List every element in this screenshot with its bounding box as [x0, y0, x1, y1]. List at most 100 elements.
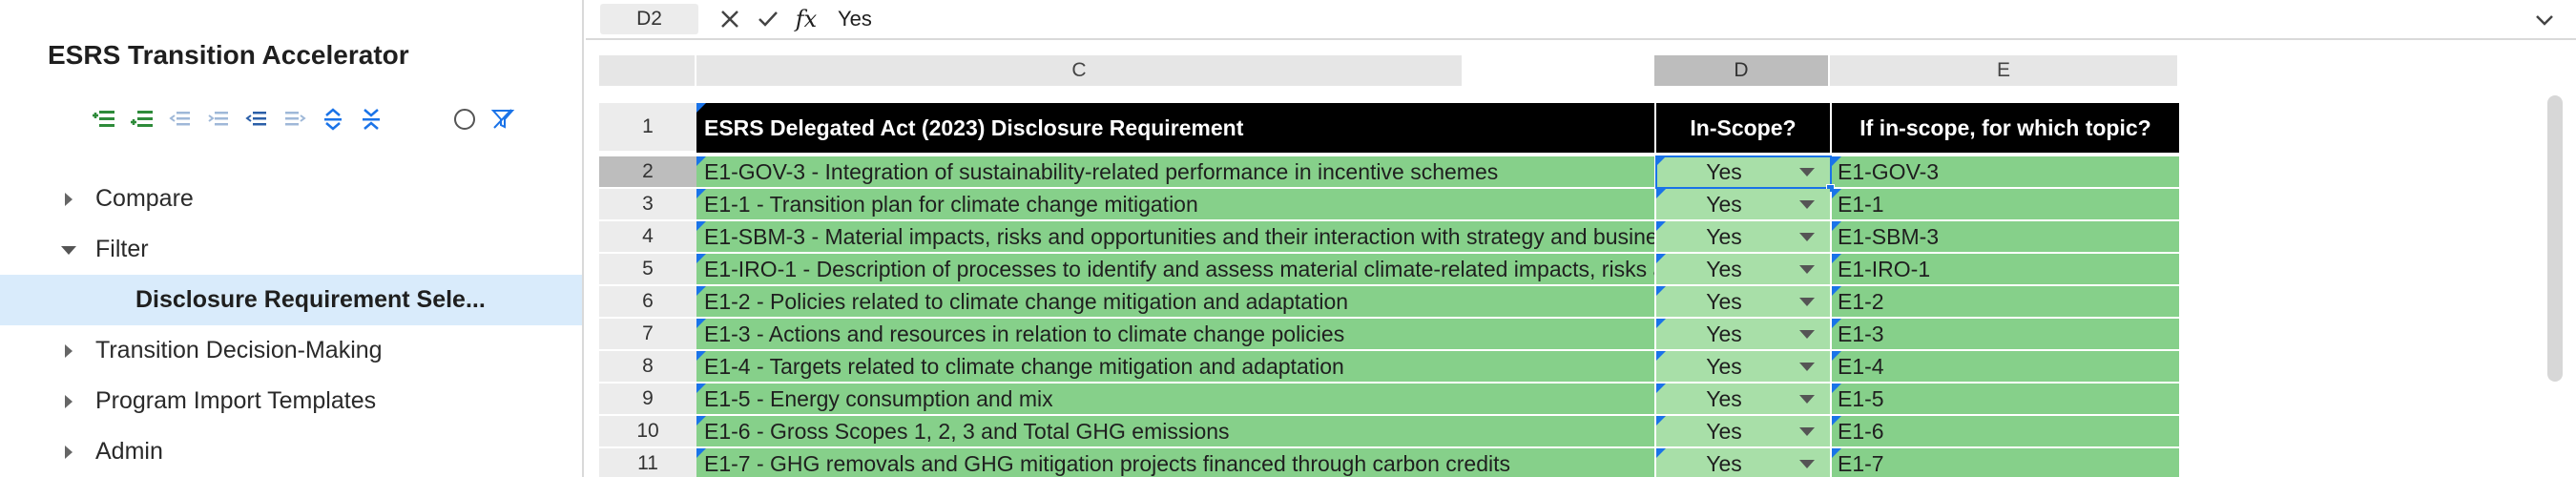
spreadsheet-grid: C D E 1 ESRS Delegated Act (2023) Disclo…	[586, 40, 2576, 477]
cell-disclosure-requirement[interactable]: E1-3 - Actions and resources in relation…	[696, 319, 1654, 351]
cancel-icon[interactable]	[716, 5, 744, 33]
dropdown-arrow-icon[interactable]	[1799, 168, 1815, 176]
row-header-3[interactable]: 3	[599, 189, 696, 221]
cell-disclosure-requirement[interactable]: E1-SBM-3 - Material impacts, risks and o…	[696, 221, 1654, 254]
comment-marker-icon	[1832, 221, 1841, 231]
header-cell-disclosure-requirement[interactable]: ESRS Delegated Act (2023) Disclosure Req…	[696, 103, 1654, 153]
cell-in-scope-dropdown[interactable]: Yes	[1656, 448, 1830, 477]
dropdown-arrow-icon[interactable]	[1799, 233, 1815, 241]
cell-disclosure-requirement[interactable]: E1-1 - Transition plan for climate chang…	[696, 189, 1654, 221]
dropdown-arrow-icon[interactable]	[1799, 363, 1815, 371]
cell-topic[interactable]: E1-5	[1832, 384, 2179, 416]
header-cell-topic[interactable]: If in-scope, for which topic?	[1832, 103, 2179, 153]
cell-in-scope-dropdown[interactable]: Yes	[1656, 156, 1830, 189]
comment-marker-icon	[1656, 351, 1666, 361]
column-header-e[interactable]: E	[1830, 55, 2179, 86]
insert-row-below-icon[interactable]	[126, 103, 158, 135]
row-header-2[interactable]: 2	[599, 156, 696, 189]
cell-disclosure-requirement[interactable]: E1-7 - GHG removals and GHG mitigation p…	[696, 448, 1654, 477]
cell-topic[interactable]: E1-3	[1832, 319, 2179, 351]
collapse-icon[interactable]	[355, 103, 387, 135]
cell-topic[interactable]: E1-7	[1832, 448, 2179, 477]
cell-in-scope-dropdown[interactable]: Yes	[1656, 189, 1830, 221]
indent-increase-icon[interactable]	[202, 103, 235, 135]
dropdown-arrow-icon[interactable]	[1799, 200, 1815, 209]
caret-right-icon	[59, 342, 78, 361]
sidebar-item-program-import-templates[interactable]: Program Import Templates	[0, 376, 582, 426]
vertical-scrollbar[interactable]	[2547, 95, 2563, 382]
comment-marker-icon	[1656, 156, 1666, 166]
cell-disclosure-requirement[interactable]: E1-2 - Policies related to climate chang…	[696, 286, 1654, 319]
dropdown-arrow-icon[interactable]	[1799, 298, 1815, 306]
row-header-8[interactable]: 8	[599, 351, 696, 384]
insert-row-above-icon[interactable]	[88, 103, 120, 135]
row-header-9[interactable]: 9	[599, 384, 696, 416]
cell-topic[interactable]: E1-IRO-1	[1832, 254, 2179, 286]
confirm-check-icon[interactable]	[754, 5, 782, 33]
sidebar-item-filter[interactable]: Filter	[0, 224, 582, 275]
caret-right-icon	[59, 443, 78, 462]
comment-marker-icon	[1832, 416, 1841, 425]
cell-disclosure-requirement[interactable]: E1-GOV-3 - Integration of sustainability…	[696, 156, 1654, 189]
expand-icon[interactable]	[317, 103, 349, 135]
indent-icon[interactable]	[279, 103, 311, 135]
row-header-11[interactable]: 11	[599, 448, 696, 477]
cell-in-scope-dropdown[interactable]: Yes	[1656, 286, 1830, 319]
column-header-d[interactable]: D	[1654, 55, 1830, 86]
comment-marker-icon	[696, 416, 706, 425]
comment-marker-icon	[1832, 319, 1841, 328]
cell-topic[interactable]: E1-2	[1832, 286, 2179, 319]
caret-right-icon	[59, 392, 78, 411]
cell-topic[interactable]: E1-1	[1832, 189, 2179, 221]
cell-disclosure-requirement[interactable]: E1-IRO-1 - Description of processes to i…	[696, 254, 1654, 286]
cell-topic[interactable]: E1-SBM-3	[1832, 221, 2179, 254]
comment-marker-icon	[696, 103, 706, 113]
cell-in-scope-dropdown[interactable]: Yes	[1656, 416, 1830, 448]
function-icon[interactable]: fx	[792, 5, 821, 33]
cell-disclosure-requirement[interactable]: E1-6 - Gross Scopes 1, 2, 3 and Total GH…	[696, 416, 1654, 448]
cell-topic[interactable]: E1-4	[1832, 351, 2179, 384]
cell-disclosure-requirement[interactable]: E1-5 - Energy consumption and mix	[696, 384, 1654, 416]
indent-decrease-icon[interactable]	[164, 103, 197, 135]
app-title: ESRS Transition Accelerator	[48, 40, 409, 70]
cell-reference-box[interactable]: D2	[600, 4, 698, 34]
select-all-corner[interactable]	[599, 55, 696, 86]
dropdown-arrow-icon[interactable]	[1799, 395, 1815, 404]
row-header-1[interactable]: 1	[599, 103, 696, 153]
comment-marker-icon	[1656, 384, 1666, 393]
clear-filter-icon[interactable]	[487, 103, 519, 135]
sidebar-item-label: Program Import Templates	[95, 387, 377, 414]
row-header-6[interactable]: 6	[599, 286, 696, 319]
cell-topic[interactable]: E1-6	[1832, 416, 2179, 448]
sidebar-item-compare[interactable]: Compare	[0, 174, 582, 224]
comment-marker-icon	[696, 319, 706, 328]
dropdown-arrow-icon[interactable]	[1799, 460, 1815, 468]
cell-in-scope-dropdown[interactable]: Yes	[1656, 351, 1830, 384]
cell-in-scope-dropdown[interactable]: Yes	[1656, 254, 1830, 286]
dropdown-arrow-icon[interactable]	[1799, 427, 1815, 436]
comment-marker-icon	[696, 286, 706, 296]
row-header-5[interactable]: 5	[599, 254, 696, 286]
chevron-down-icon[interactable]	[2532, 8, 2557, 32]
dropdown-arrow-icon[interactable]	[1799, 330, 1815, 339]
cell-in-scope-dropdown[interactable]: Yes	[1656, 221, 1830, 254]
row-header-4[interactable]: 4	[599, 221, 696, 254]
row-header-10[interactable]: 10	[599, 416, 696, 448]
header-cell-in-scope[interactable]: In-Scope?	[1656, 103, 1830, 153]
cell-in-scope-dropdown[interactable]: Yes	[1656, 384, 1830, 416]
row-header-7[interactable]: 7	[599, 319, 696, 351]
comment-marker-icon	[1832, 351, 1841, 361]
cell-topic[interactable]: E1-GOV-3	[1832, 156, 2179, 189]
sidebar-item-transition-decision-making[interactable]: Transition Decision-Making	[0, 325, 582, 376]
dropdown-arrow-icon[interactable]	[1799, 265, 1815, 274]
sidebar-item-label: Transition Decision-Making	[95, 337, 383, 363]
cell-in-scope-dropdown[interactable]: Yes	[1656, 319, 1830, 351]
sidebar-item-disclosure-requirement-selection[interactable]: Disclosure Requirement Sele...	[0, 275, 582, 325]
circle-icon[interactable]	[448, 103, 481, 135]
formula-input[interactable]: Yes	[838, 7, 872, 31]
comment-marker-icon	[1832, 384, 1841, 393]
column-header-c[interactable]: C	[696, 55, 1464, 86]
cell-disclosure-requirement[interactable]: E1-4 - Targets related to climate change…	[696, 351, 1654, 384]
outdent-icon[interactable]	[240, 103, 273, 135]
sidebar-item-admin[interactable]: Admin	[0, 426, 582, 477]
